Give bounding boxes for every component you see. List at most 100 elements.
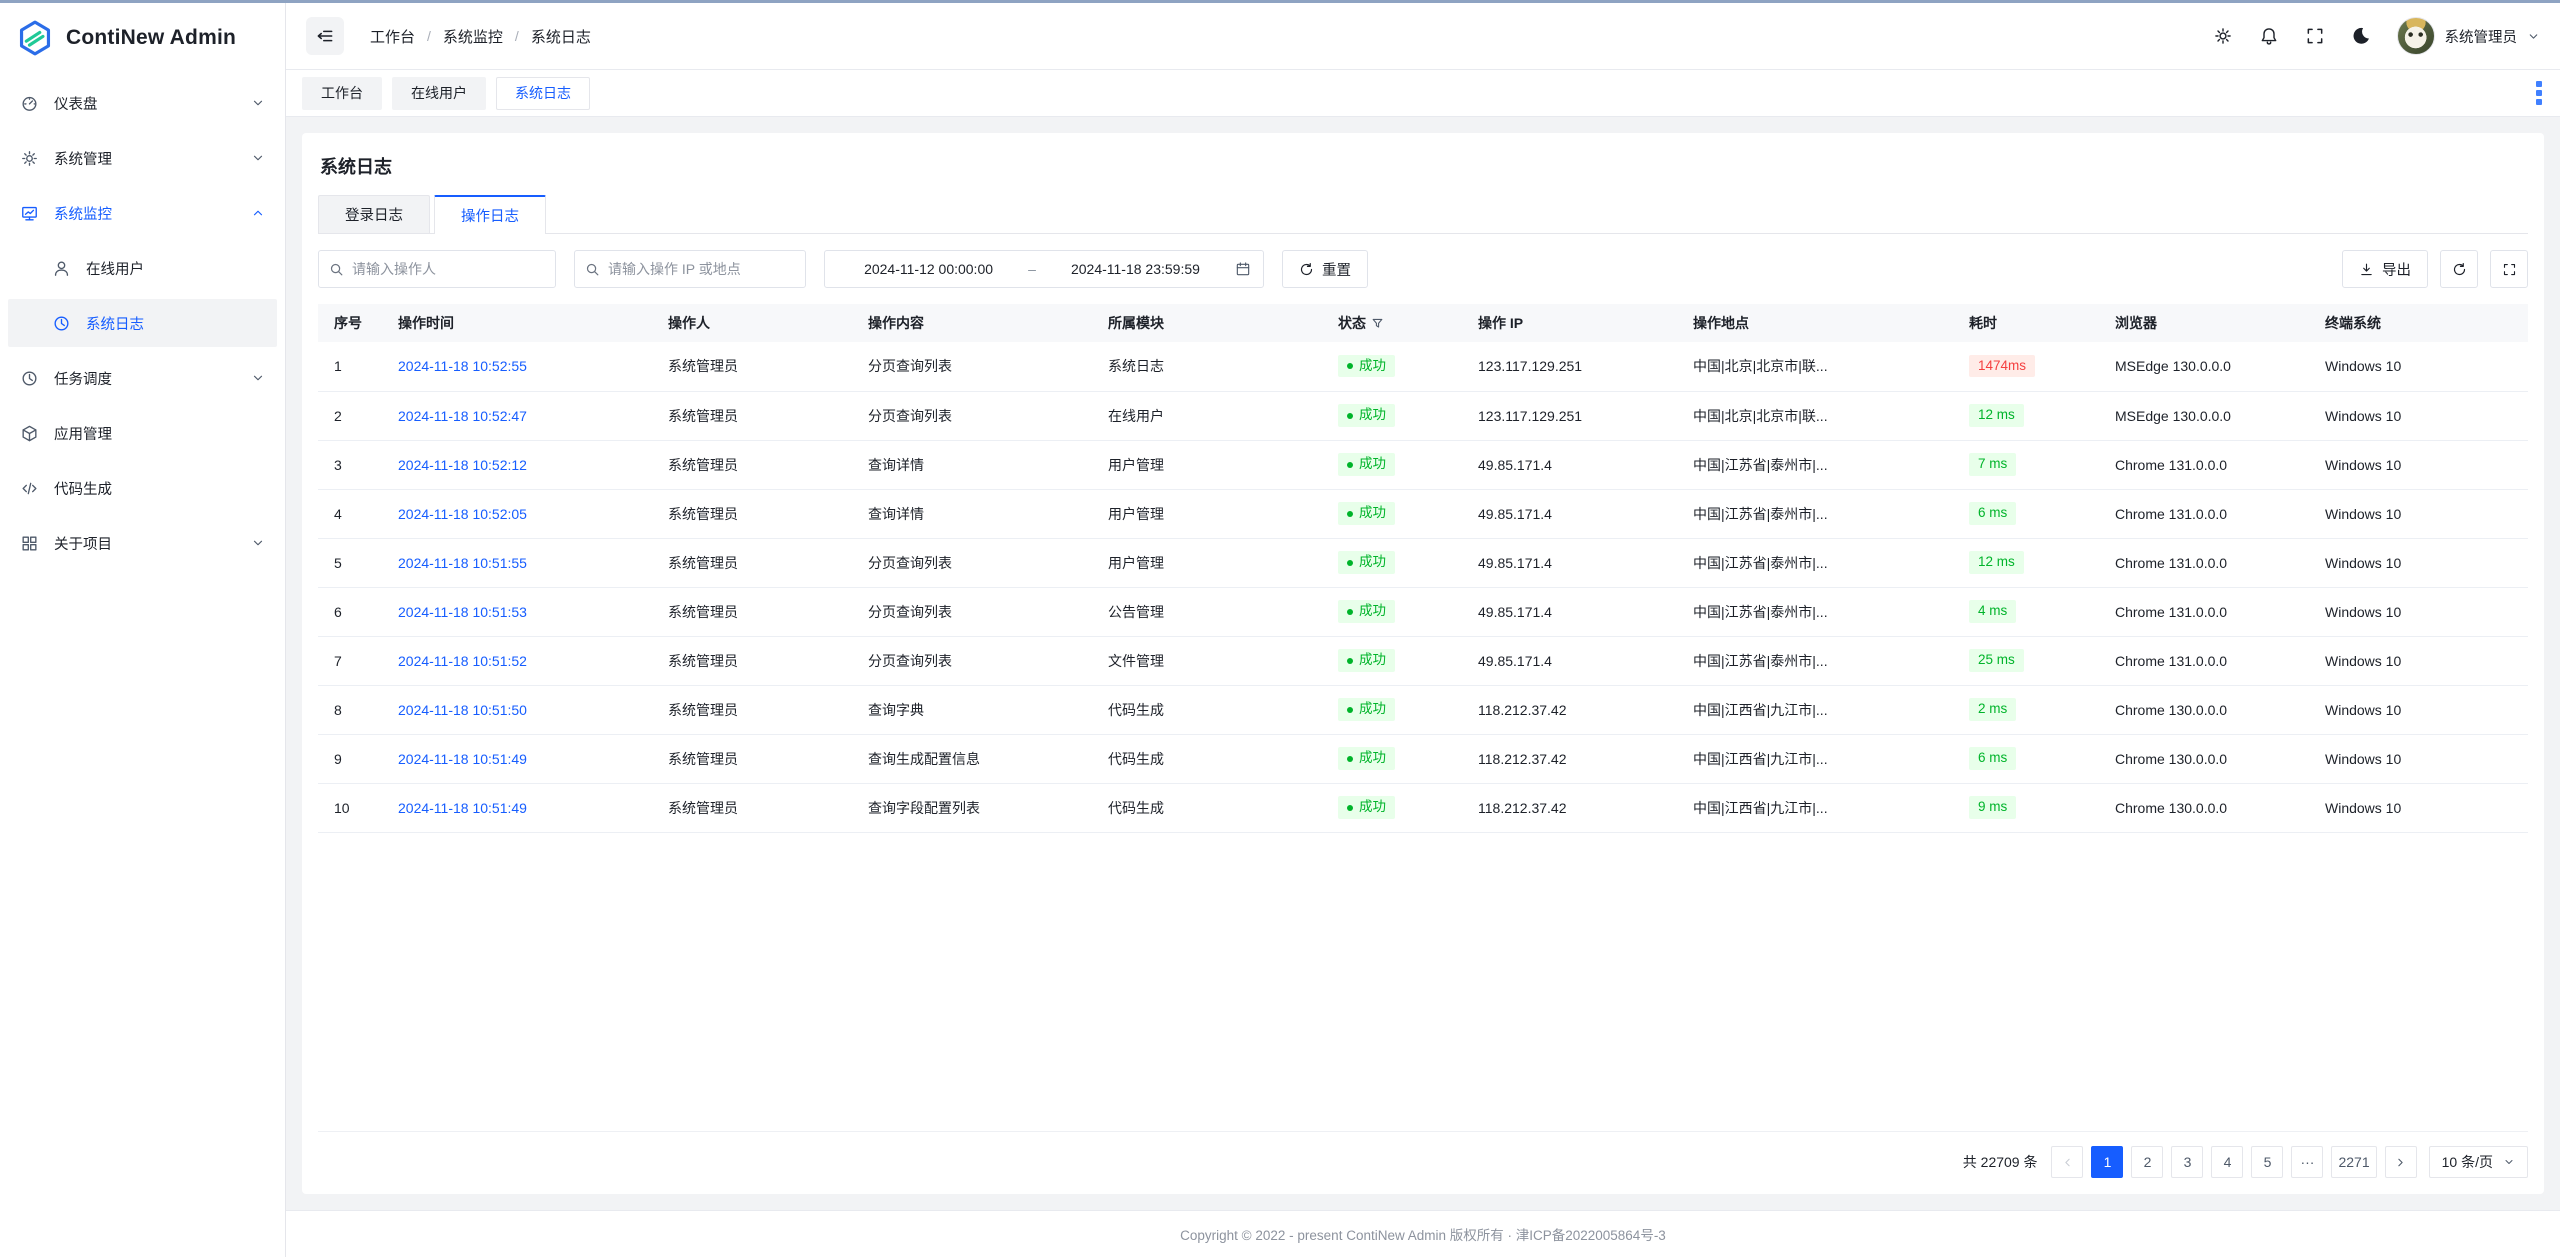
cell-duration: 7 ms: [1953, 440, 2099, 489]
log-detail-link[interactable]: 2024-11-18 10:52:55: [398, 358, 527, 374]
refresh-table-button[interactable]: [2440, 250, 2478, 288]
log-detail-link[interactable]: 2024-11-18 10:52:12: [398, 457, 527, 473]
log-detail-link[interactable]: 2024-11-18 10:51:49: [398, 800, 527, 816]
ip-search-field[interactable]: [574, 250, 806, 288]
footer: Copyright © 2022 - present ContiNew Admi…: [286, 1210, 2560, 1257]
date-range-picker[interactable]: 2024-11-12 00:00:00 – 2024-11-18 23:59:5…: [824, 250, 1264, 288]
cell-status: 成功: [1322, 489, 1462, 538]
page-button[interactable]: 2271: [2331, 1146, 2376, 1178]
nav-tab-workbench[interactable]: 工作台: [302, 77, 382, 110]
log-detail-link[interactable]: 2024-11-18 10:51:55: [398, 555, 527, 571]
sidebar-collapse-button[interactable]: [306, 17, 344, 55]
cell-operator: 系统管理员: [652, 391, 852, 440]
date-end-value[interactable]: 2024-11-18 23:59:59: [1044, 261, 1227, 277]
tab-login-log[interactable]: 登录日志: [318, 195, 430, 233]
cell-time[interactable]: 2024-11-18 10:51:53: [382, 587, 652, 636]
column-header: 浏览器: [2099, 304, 2309, 342]
sidebar-item-system-monitor[interactable]: 系统监控: [8, 189, 277, 237]
page-button[interactable]: 4: [2211, 1146, 2243, 1178]
next-page-button[interactable]: [2385, 1146, 2417, 1178]
notifications-button[interactable]: [2259, 26, 2279, 46]
date-start-value[interactable]: 2024-11-12 00:00:00: [837, 261, 1020, 277]
cell-time[interactable]: 2024-11-18 10:51:49: [382, 734, 652, 783]
cell-operator: 系统管理员: [652, 342, 852, 391]
log-detail-link[interactable]: 2024-11-18 10:51:53: [398, 604, 527, 620]
sidebar-item-dashboard[interactable]: 仪表盘: [8, 79, 277, 127]
chevron-up-icon: [251, 206, 265, 220]
page-ellipsis-button[interactable]: ···: [2291, 1146, 2323, 1178]
cell-time[interactable]: 2024-11-18 10:52:05: [382, 489, 652, 538]
prev-page-button[interactable]: [2051, 1146, 2083, 1178]
app-logo[interactable]: ContiNew Admin: [0, 3, 285, 73]
ip-search-input[interactable]: [608, 261, 795, 277]
dark-mode-button[interactable]: [2351, 26, 2371, 46]
content-area: 系统日志 登录日志 操作日志 2024-11-12 00:00:: [286, 117, 2560, 1210]
page-button[interactable]: 5: [2251, 1146, 2283, 1178]
chevron-down-icon: [251, 151, 265, 165]
cell-time[interactable]: 2024-11-18 10:51:52: [382, 636, 652, 685]
fullscreen-button[interactable]: [2305, 26, 2325, 46]
page-button[interactable]: 2: [2131, 1146, 2163, 1178]
cell-time[interactable]: 2024-11-18 10:51:55: [382, 538, 652, 587]
duration-badge: 2 ms: [1969, 698, 2016, 720]
page-size-select[interactable]: 10 条/页: [2429, 1146, 2528, 1178]
settings-button[interactable]: [2213, 26, 2233, 46]
log-detail-link[interactable]: 2024-11-18 10:51:50: [398, 702, 527, 718]
operator-search-input[interactable]: [352, 261, 545, 277]
operator-search-field[interactable]: [318, 250, 556, 288]
cell-operator: 系统管理员: [652, 587, 852, 636]
nav-tab-system-log[interactable]: 系统日志: [496, 77, 590, 110]
dashboard-icon: [20, 94, 39, 113]
reset-button[interactable]: 重置: [1282, 250, 1368, 288]
cell-time[interactable]: 2024-11-18 10:52:12: [382, 440, 652, 489]
page-title: 系统日志: [318, 149, 2528, 179]
chevron-right-icon: [2394, 1156, 2407, 1169]
cell-time[interactable]: 2024-11-18 10:51:49: [382, 783, 652, 832]
tab-operation-log[interactable]: 操作日志: [434, 195, 546, 233]
cell-operator: 系统管理员: [652, 489, 852, 538]
cell-duration: 9 ms: [1953, 783, 2099, 832]
breadcrumb-item[interactable]: 系统监控: [443, 26, 503, 47]
sidebar-item-system-management[interactable]: 系统管理: [8, 134, 277, 182]
table-row: 42024-11-18 10:52:05系统管理员查询详情用户管理成功49.85…: [318, 489, 2528, 538]
page-button[interactable]: 1: [2091, 1146, 2123, 1178]
log-detail-link[interactable]: 2024-11-18 10:51:52: [398, 653, 527, 669]
cell-duration: 12 ms: [1953, 391, 2099, 440]
column-header: 序号: [318, 304, 382, 342]
cell-location: 中国|江苏省|泰州市|...: [1677, 489, 1953, 538]
cell-os: Windows 10: [2309, 636, 2528, 685]
table-fullscreen-button[interactable]: [2490, 250, 2528, 288]
cell-operator: 系统管理员: [652, 685, 852, 734]
log-detail-link[interactable]: 2024-11-18 10:52:05: [398, 506, 527, 522]
cell-module: 系统日志: [1092, 342, 1322, 391]
breadcrumb-item[interactable]: 系统日志: [531, 26, 591, 47]
sidebar-item-system-log[interactable]: 系统日志: [8, 299, 277, 347]
page-button[interactable]: 3: [2171, 1146, 2203, 1178]
cell-index: 10: [318, 783, 382, 832]
breadcrumb-separator: /: [427, 28, 431, 44]
log-detail-link[interactable]: 2024-11-18 10:51:49: [398, 751, 527, 767]
export-button[interactable]: 导出: [2342, 250, 2428, 288]
cell-time[interactable]: 2024-11-18 10:52:55: [382, 342, 652, 391]
tab-options-menu[interactable]: [2536, 81, 2542, 105]
user-menu[interactable]: 系统管理员: [2397, 17, 2541, 55]
cell-ip: 49.85.171.4: [1462, 440, 1677, 489]
cell-time[interactable]: 2024-11-18 10:51:50: [382, 685, 652, 734]
status-badge: 成功: [1338, 551, 1395, 573]
cell-browser: Chrome 131.0.0.0: [2099, 538, 2309, 587]
filter-funnel-icon[interactable]: [1371, 317, 1384, 333]
cell-module: 文件管理: [1092, 636, 1322, 685]
cell-time[interactable]: 2024-11-18 10:52:47: [382, 391, 652, 440]
log-detail-link[interactable]: 2024-11-18 10:52:47: [398, 408, 527, 424]
sidebar-item-online-users[interactable]: 在线用户: [8, 244, 277, 292]
sidebar-item-about-project[interactable]: 关于项目: [8, 519, 277, 567]
sidebar-item-code-generation[interactable]: 代码生成: [8, 464, 277, 512]
breadcrumb-item[interactable]: 工作台: [370, 26, 415, 47]
user-icon: [52, 259, 71, 278]
column-header[interactable]: 状态: [1322, 304, 1462, 342]
cell-index: 6: [318, 587, 382, 636]
nav-tab-online-users[interactable]: 在线用户: [392, 77, 486, 110]
sidebar-item-app-management[interactable]: 应用管理: [8, 409, 277, 457]
sidebar-item-task-schedule[interactable]: 任务调度: [8, 354, 277, 402]
status-dot: [1347, 707, 1353, 713]
